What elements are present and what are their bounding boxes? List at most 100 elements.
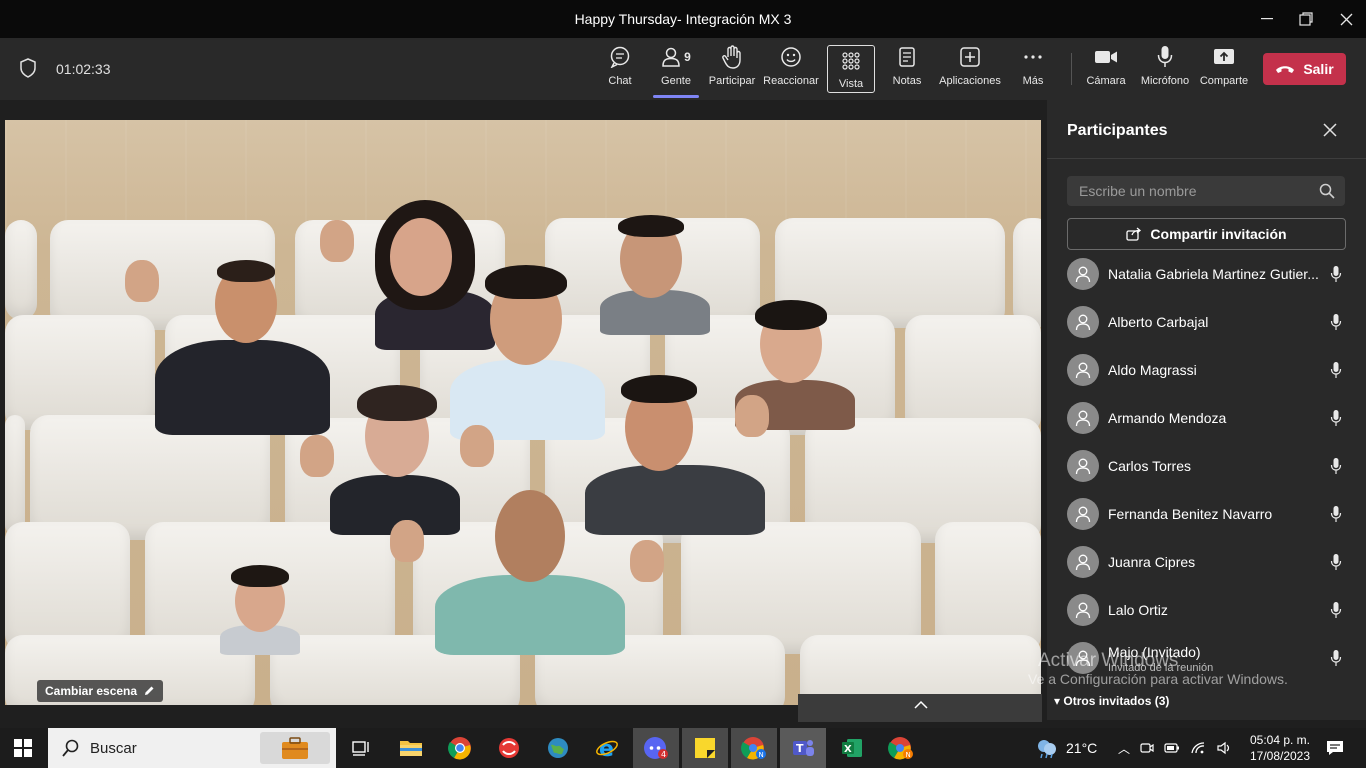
panel-title: Participantes — [1067, 122, 1168, 139]
avatar — [1067, 354, 1099, 386]
notes-icon — [898, 44, 916, 70]
taskbar-search[interactable]: Buscar — [48, 728, 336, 768]
meeting-timer: 01:02:33 — [56, 61, 111, 77]
participant-item[interactable]: Lalo Ortiz — [1047, 586, 1366, 634]
person-icon — [1075, 554, 1091, 571]
apps-button[interactable]: Aplicaciones — [938, 44, 1002, 94]
meeting-toolbar: 01:02:33 Chat 9 Gente Participar Reaccio… — [0, 38, 1366, 100]
sticky-notes-icon[interactable] — [690, 734, 720, 762]
teams-icon[interactable]: T — [788, 734, 818, 762]
volume-icon[interactable] — [1216, 741, 1232, 755]
share-icon — [1126, 227, 1142, 241]
svg-text:N: N — [759, 751, 764, 759]
avatar — [1067, 594, 1099, 626]
svg-text:T: T — [796, 742, 804, 755]
notes-button[interactable]: Notas — [889, 44, 925, 94]
view-button[interactable]: Vista — [827, 45, 875, 93]
camera-tray-icon[interactable] — [1140, 741, 1154, 755]
app-red-icon[interactable] — [494, 734, 524, 762]
task-view-icon[interactable] — [346, 734, 376, 762]
participant-video — [210, 565, 310, 655]
svg-text:N: N — [906, 751, 911, 759]
svg-text:4: 4 — [661, 750, 666, 759]
system-tray: ︿ — [1118, 728, 1232, 768]
meeting-stage: Cambiar escena — [0, 100, 1046, 722]
wifi-icon[interactable] — [1190, 741, 1206, 755]
add-app-icon — [959, 44, 981, 70]
participant-item[interactable]: Aldo Magrassi — [1047, 346, 1366, 394]
smiley-icon — [780, 44, 802, 70]
microphone-button[interactable]: Micrófono — [1138, 44, 1192, 94]
hand-icon — [721, 44, 743, 70]
participant-item[interactable]: Fernanda Benitez Navarro — [1047, 490, 1366, 538]
globe-icon[interactable] — [543, 734, 573, 762]
minimize-icon[interactable] — [1247, 6, 1287, 32]
people-count: 9 — [684, 50, 691, 64]
search-icon — [62, 739, 79, 757]
microphone-icon — [1330, 314, 1342, 330]
raise-hand-button[interactable]: Participar — [708, 44, 756, 94]
microphone-icon — [1330, 410, 1342, 426]
seat — [5, 220, 37, 320]
briefcase-icon — [260, 732, 330, 764]
search-icon[interactable] — [1319, 183, 1335, 199]
react-button[interactable]: Reaccionar — [763, 44, 819, 94]
microphone-icon — [1330, 362, 1342, 378]
person-icon — [1075, 266, 1091, 283]
more-button[interactable]: Más — [1018, 44, 1048, 94]
discord-icon[interactable]: 4 — [641, 734, 671, 762]
together-mode-scene — [5, 120, 1041, 705]
avatar — [1067, 306, 1099, 338]
microphone-icon — [1330, 650, 1342, 666]
notifications-icon[interactable] — [1320, 734, 1350, 762]
person-icon — [1075, 314, 1091, 331]
battery-icon[interactable] — [1164, 742, 1180, 754]
leave-button[interactable]: Salir — [1263, 53, 1346, 85]
participant-item[interactable]: Alberto Carbajal — [1047, 298, 1366, 346]
camera-icon — [1094, 44, 1118, 70]
share-invite-button[interactable]: Compartir invitación — [1067, 218, 1346, 250]
active-tab-indicator — [653, 95, 699, 98]
pencil-icon — [145, 686, 154, 695]
participant-item[interactable]: Armando Mendoza — [1047, 394, 1366, 442]
excel-icon[interactable]: X — [837, 734, 867, 762]
taskbar-clock[interactable]: 05:04 p. m. 17/08/2023 — [1245, 732, 1315, 764]
person-icon — [1075, 602, 1091, 619]
participant-item[interactable]: Juanra Cipres — [1047, 538, 1366, 586]
people-button[interactable]: 9 Gente — [654, 44, 698, 94]
chrome-profile-alt-icon[interactable]: N — [886, 734, 916, 762]
self-view-tray[interactable] — [798, 694, 1042, 722]
internet-explorer-icon[interactable]: e — [592, 734, 622, 762]
participant-search-input[interactable] — [1067, 176, 1331, 206]
caret-down-icon: ▾ — [1054, 694, 1061, 708]
toolbar-separator — [1071, 53, 1072, 85]
participant-item[interactable]: Natalia Gabriela Martinez Gutier... — [1047, 250, 1366, 298]
camera-button[interactable]: Cámara — [1086, 44, 1126, 94]
restore-icon[interactable] — [1286, 6, 1326, 32]
file-explorer-icon[interactable] — [396, 734, 426, 762]
grid-dots-icon — [840, 48, 862, 74]
participants-panel: Participantes Compartir invitación Natal… — [1047, 100, 1366, 720]
windows-start-icon[interactable] — [8, 734, 38, 762]
share-screen-button[interactable]: Comparte — [1198, 44, 1250, 94]
window-title: Happy Thursday- Integración MX 3 — [574, 11, 792, 27]
change-scene-button[interactable]: Cambiar escena — [37, 680, 164, 702]
shield-icon — [20, 58, 36, 78]
microphone-icon — [1330, 554, 1342, 570]
other-guests-toggle[interactable]: ▾ Otros invitados (3) — [1054, 694, 1169, 708]
close-window-icon[interactable] — [1326, 6, 1366, 32]
chevron-up-icon[interactable]: ︿ — [1118, 740, 1130, 757]
microphone-icon — [1330, 458, 1342, 474]
participant-item[interactable]: Carlos Torres — [1047, 442, 1366, 490]
participant-video — [380, 485, 680, 655]
chat-button[interactable]: Chat — [600, 44, 640, 94]
participant-search — [1067, 176, 1345, 206]
close-panel-icon[interactable] — [1320, 120, 1340, 140]
weather-widget[interactable]: 21°C — [1034, 728, 1097, 768]
share-screen-icon — [1213, 44, 1235, 70]
chrome-profile-icon[interactable]: N — [739, 734, 769, 762]
chrome-icon[interactable] — [445, 734, 475, 762]
person-icon — [1075, 410, 1091, 427]
person-icon — [1075, 362, 1091, 379]
microphone-icon — [1330, 506, 1342, 522]
